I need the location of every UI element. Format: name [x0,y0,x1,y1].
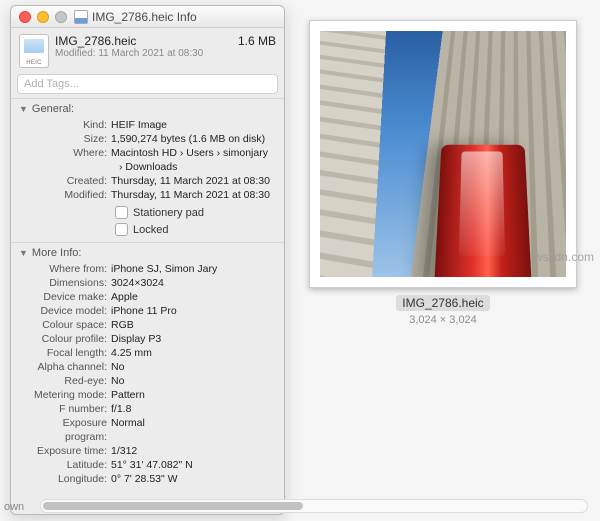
value-meter: Pattern [111,388,276,402]
label-cprof: Colour profile: [19,332,111,346]
value-alpha: No [111,360,276,374]
traffic-lights [19,11,67,23]
value-wherefrom: iPhone SJ, Simon Jary [111,262,276,276]
file-size: 1.6 MB [238,34,276,48]
preview-filename[interactable]: IMG_2786.heic [396,295,489,311]
value-devmake: Apple [111,290,276,304]
label-devmake: Device make: [19,290,111,304]
titlebar[interactable]: IMG_2786.heic Info [11,6,284,28]
preview-dimensions: 3,024 × 3,024 [298,314,588,326]
value-expprog: Normal [111,416,276,444]
value-dimensions: 3024×3024 [111,276,276,290]
minimize-button[interactable] [37,11,49,23]
label-lon: Longitude: [19,472,111,486]
label-meter: Metering mode: [19,388,111,402]
value-redeye: No [111,374,276,388]
value-kind: HEIF Image [111,118,276,132]
tags-input[interactable]: Add Tags... [17,74,278,94]
value-flen: 4.25 mm [111,346,276,360]
value-size: 1,590,274 bytes (1.6 MB on disk) [111,132,276,146]
locked-label: Locked [133,224,168,236]
value-where: Macintosh HD › Users › simonjary [111,146,276,160]
close-button[interactable] [19,11,31,23]
value-cspace: RGB [111,318,276,332]
section-more-info: ▼ More Info: Where from:iPhone SJ, Simon… [11,242,284,492]
stationery-checkbox-row[interactable]: Stationery pad [115,206,276,219]
section-general: ▼ General: Kind:HEIF Image Size:1,590,27… [11,98,284,242]
label-dimensions: Dimensions: [19,276,111,290]
preview-label: IMG_2786.heic 3,024 × 3,024 [298,294,588,326]
value-fnum: f/1.8 [111,402,276,416]
label-fnum: F number: [19,402,111,416]
file-modified: Modified: 11 March 2021 at 08:30 [55,48,232,59]
value-lon: 0° 7' 28.53" W [111,472,276,486]
stationery-label: Stationery pad [133,207,204,219]
thumbnail-image [320,31,566,277]
window-title-text: IMG_2786.heic Info [92,10,197,24]
section-more-header[interactable]: ▼ More Info: [19,247,276,259]
section-general-header[interactable]: ▼ General: [19,103,276,115]
section-general-title: General: [32,103,74,115]
value-devmodel: iPhone 11 Pro [111,304,276,318]
value-lat: 51° 31' 47.082" N [111,458,276,472]
window-title: IMG_2786.heic Info [74,10,197,24]
finder-preview: IMG_2786.heic 3,024 × 3,024 [298,8,588,468]
value-cprof: Display P3 [111,332,276,346]
locked-checkbox-row[interactable]: Locked [115,223,276,236]
file-icon [19,34,49,68]
file-type-icon [74,10,88,24]
label-exptime: Exposure time: [19,444,111,458]
label-devmodel: Device model: [19,304,111,318]
watermark-text: wsxdn.com [534,250,594,264]
value-created: Thursday, 11 March 2021 at 08:30 [111,174,276,188]
label-size: Size: [19,132,111,146]
label-created: Created: [19,174,111,188]
stationery-checkbox[interactable] [115,206,128,219]
label-expprog: Exposure program: [19,416,111,444]
thumbnail-frame[interactable] [309,20,577,288]
truncated-text: own [4,501,24,513]
value-modified: Thursday, 11 March 2021 at 08:30 [111,188,276,202]
value-exptime: 1/312 [111,444,276,458]
section-more-title: More Info: [32,247,82,259]
label-where: Where: [19,146,111,160]
label-flen: Focal length: [19,346,111,360]
label-cspace: Colour space: [19,318,111,332]
horizontal-scrollbar[interactable] [40,499,588,513]
scrollbar-thumb[interactable] [43,502,303,510]
file-name: IMG_2786.heic [55,34,232,48]
file-header: IMG_2786.heic Modified: 11 March 2021 at… [11,28,284,70]
label-lat: Latitude: [19,458,111,472]
label-modified: Modified: [19,188,111,202]
zoom-button[interactable] [55,11,67,23]
info-window: IMG_2786.heic Info IMG_2786.heic Modifie… [10,5,285,515]
label-wherefrom: Where from: [19,262,111,276]
locked-checkbox[interactable] [115,223,128,236]
label-kind: Kind: [19,118,111,132]
label-alpha: Alpha channel: [19,360,111,374]
label-redeye: Red-eye: [19,374,111,388]
disclosure-triangle-icon[interactable]: ▼ [19,248,28,258]
disclosure-triangle-icon[interactable]: ▼ [19,104,28,114]
value-where-2: › Downloads [111,160,276,174]
